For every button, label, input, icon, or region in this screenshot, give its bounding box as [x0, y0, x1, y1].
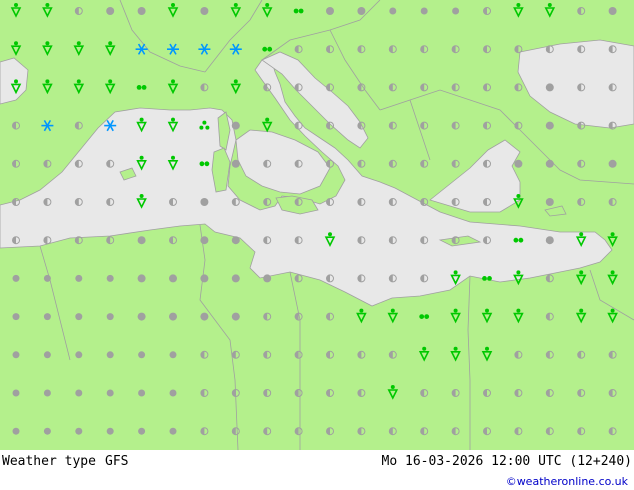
- valid-time: Mo 16-03-2026 12:00 UTC (12+240): [381, 454, 632, 469]
- symbol-dot-r8c0: [12, 313, 20, 321]
- symbol-cloud-r3c7: [231, 121, 240, 130]
- symbol-dot-r9c3: [106, 351, 114, 359]
- symbol-cloud-r7c6: [200, 274, 209, 283]
- symbol-cloud-r0c4: [137, 7, 146, 15]
- symbol-dot-r10c0: [12, 389, 20, 397]
- symbol-dot-r10c1: [43, 389, 51, 397]
- symbol-dot-r11c1: [43, 427, 51, 435]
- symbol-dot-r11c3: [106, 427, 114, 435]
- symbol-dot-r9c2: [75, 351, 83, 359]
- symbol-dot-r9c1: [43, 351, 51, 359]
- symbol-cloud-r7c4: [137, 274, 146, 283]
- symbol-cloud-r6c4: [137, 236, 146, 245]
- symbol-dot-r10c5: [169, 389, 177, 397]
- weather-map: [0, 0, 634, 450]
- symbol-dot-r7c3: [106, 274, 114, 282]
- symbol-cloud-r7c7: [231, 274, 240, 283]
- symbol-cloud-r8c6: [200, 312, 209, 321]
- symbol-dot-r0c14: [452, 7, 460, 15]
- symbol-dot-r7c2: [75, 274, 83, 282]
- symbol-dot-r10c2: [75, 389, 83, 397]
- symbol-cloud-r4c16: [514, 159, 523, 168]
- map-title: Weather type: [2, 454, 96, 469]
- symbol-dot-r11c0: [12, 427, 20, 435]
- symbol-dot-r11c5: [169, 427, 177, 435]
- symbol-dot-r9c0: [12, 351, 20, 359]
- symbol-dot-r11c4: [138, 427, 146, 435]
- symbol-cloud-r0c11: [357, 7, 366, 15]
- symbol-cloud-r4c19: [608, 159, 617, 168]
- symbol-dot-r7c1: [43, 274, 51, 282]
- symbol-dot-r11c2: [75, 427, 83, 435]
- symbol-cloud-r6c6: [200, 236, 209, 245]
- symbol-cloud-r6c17: [545, 236, 554, 245]
- symbol-cloud-r7c8: [263, 274, 272, 283]
- symbol-cloud-r0c19: [608, 7, 617, 15]
- symbol-cloud-r5c6: [200, 198, 209, 206]
- symbol-cloud-r6c7: [231, 236, 240, 245]
- symbol-cloud-r2c17: [545, 83, 554, 92]
- symbol-cloud-r4c17: [545, 159, 554, 168]
- symbol-cloud-r0c10: [326, 7, 334, 15]
- symbol-cloud-r8c5: [169, 312, 177, 321]
- symbol-dot-r9c5: [169, 351, 177, 359]
- symbol-cloud-r4c7: [231, 159, 240, 168]
- symbol-dot-r7c0: [12, 274, 20, 282]
- symbol-cloud-r0c3: [106, 7, 115, 15]
- symbol-dot-r8c1: [43, 313, 51, 321]
- credit-link[interactable]: ©weatheronline.co.uk: [506, 474, 628, 490]
- symbol-cloud-r7c5: [169, 274, 177, 283]
- symbol-dot-r10c3: [106, 389, 114, 397]
- symbol-cloud-r3c17: [545, 121, 554, 130]
- footer-bar: Weather type GFS Mo 16-03-2026 12:00 UTC…: [0, 450, 634, 490]
- symbol-dot-r9c4: [138, 351, 146, 359]
- symbol-cloud-r8c7: [231, 312, 240, 321]
- symbol-dot-r0c12: [389, 7, 397, 15]
- symbol-dot-r0c13: [420, 7, 428, 15]
- symbol-cloud-r8c4: [137, 312, 146, 321]
- symbol-dot-r10c4: [138, 389, 146, 397]
- symbol-cloud-r0c6: [200, 7, 209, 15]
- symbol-dot-r8c3: [106, 313, 114, 321]
- model-name: GFS: [105, 454, 129, 469]
- symbol-cloud-r5c17: [545, 198, 554, 206]
- symbol-dot-r8c2: [75, 313, 83, 321]
